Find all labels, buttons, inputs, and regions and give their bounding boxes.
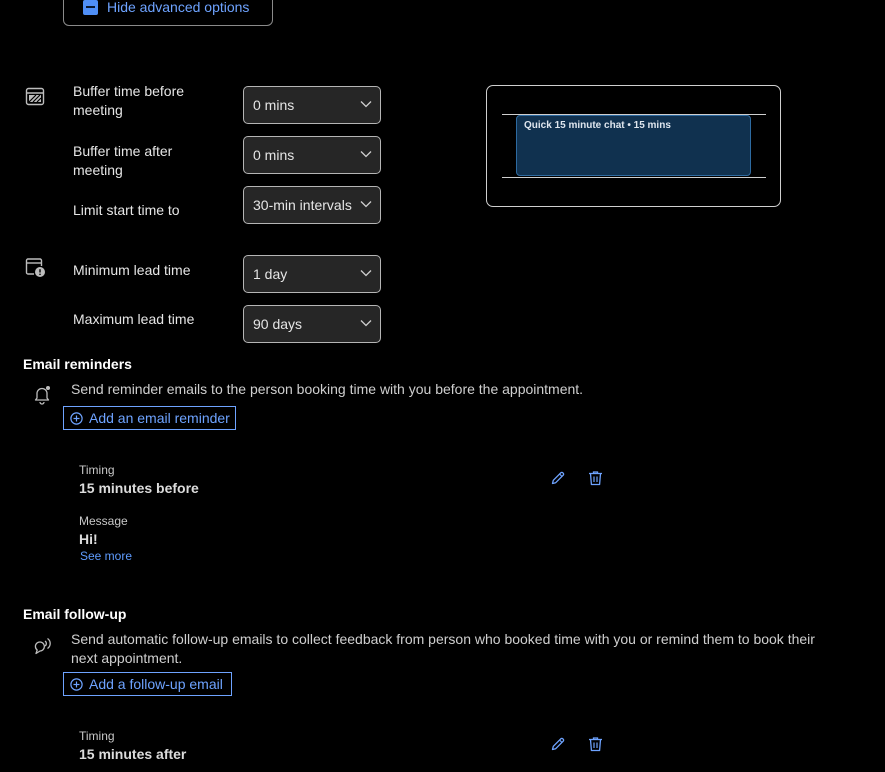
- pencil-icon[interactable]: [551, 737, 565, 756]
- bell-icon: [33, 385, 51, 410]
- add-circle-icon: [70, 411, 83, 425]
- limit-start-value: 30-min intervals: [253, 197, 352, 213]
- reminder-message-value: Hi!: [79, 531, 98, 547]
- followup-timing-value: 15 minutes after: [79, 746, 187, 762]
- reminder-timing-value: 15 minutes before: [79, 480, 199, 496]
- hide-advanced-options-button[interactable]: Hide advanced options: [63, 0, 273, 26]
- pencil-icon[interactable]: [551, 471, 565, 490]
- maximum-lead-select[interactable]: 90 days: [243, 305, 381, 343]
- add-followup-email-label: Add a follow-up email: [89, 676, 223, 692]
- add-email-reminder-label: Add an email reminder: [89, 410, 230, 426]
- add-circle-icon: [70, 677, 83, 691]
- add-followup-email-button[interactable]: Add a follow-up email: [63, 672, 232, 696]
- reminder-timing-label: Timing: [79, 463, 115, 477]
- trash-icon[interactable]: [588, 736, 603, 757]
- maximum-lead-value: 90 days: [253, 316, 303, 332]
- trash-icon[interactable]: [588, 470, 603, 491]
- preview-bottom-line: [502, 177, 766, 178]
- calendar-buffer-icon: [25, 87, 45, 112]
- email-followup-title: Email follow-up: [23, 606, 127, 622]
- limit-start-select[interactable]: 30-min intervals: [243, 186, 381, 224]
- buffer-after-value: 0 mins: [253, 147, 295, 163]
- preview-event-text: Quick 15 minute chat • 15 mins: [524, 120, 671, 131]
- chevron-down-icon: [360, 151, 372, 158]
- followup-timing-label: Timing: [79, 729, 115, 743]
- buffer-after-select[interactable]: 0 mins: [243, 136, 381, 174]
- hide-advanced-options-label: Hide advanced options: [107, 0, 250, 15]
- reminder-message-label: Message: [79, 514, 128, 528]
- minimum-lead-label: Minimum lead time: [73, 262, 191, 278]
- chevron-down-icon: [360, 101, 372, 108]
- feedback-icon: [31, 636, 53, 661]
- calendar-clock-icon: [25, 257, 47, 284]
- chevron-down-icon: [360, 201, 372, 208]
- see-more-link[interactable]: See more: [80, 549, 132, 563]
- limit-start-label: Limit start time to: [73, 202, 180, 218]
- buffer-after-label: Buffer time after meeting: [73, 143, 173, 178]
- maximum-lead-label: Maximum lead time: [73, 311, 195, 327]
- buffer-before-select[interactable]: 0 mins: [243, 86, 381, 124]
- add-email-reminder-button[interactable]: Add an email reminder: [63, 406, 236, 430]
- minus-icon: [83, 0, 98, 15]
- minimum-lead-select[interactable]: 1 day: [243, 255, 381, 293]
- email-reminders-description: Send reminder emails to the person booki…: [71, 381, 584, 397]
- preview-event: Quick 15 minute chat • 15 mins: [516, 115, 751, 176]
- email-followup-description: Send automatic follow-up emails to colle…: [71, 631, 815, 666]
- email-reminders-title: Email reminders: [23, 356, 132, 372]
- chevron-down-icon: [360, 320, 372, 327]
- chevron-down-icon: [360, 270, 372, 277]
- buffer-before-label: Buffer time before meeting: [73, 83, 185, 118]
- buffer-before-value: 0 mins: [253, 97, 295, 113]
- minimum-lead-value: 1 day: [253, 266, 288, 282]
